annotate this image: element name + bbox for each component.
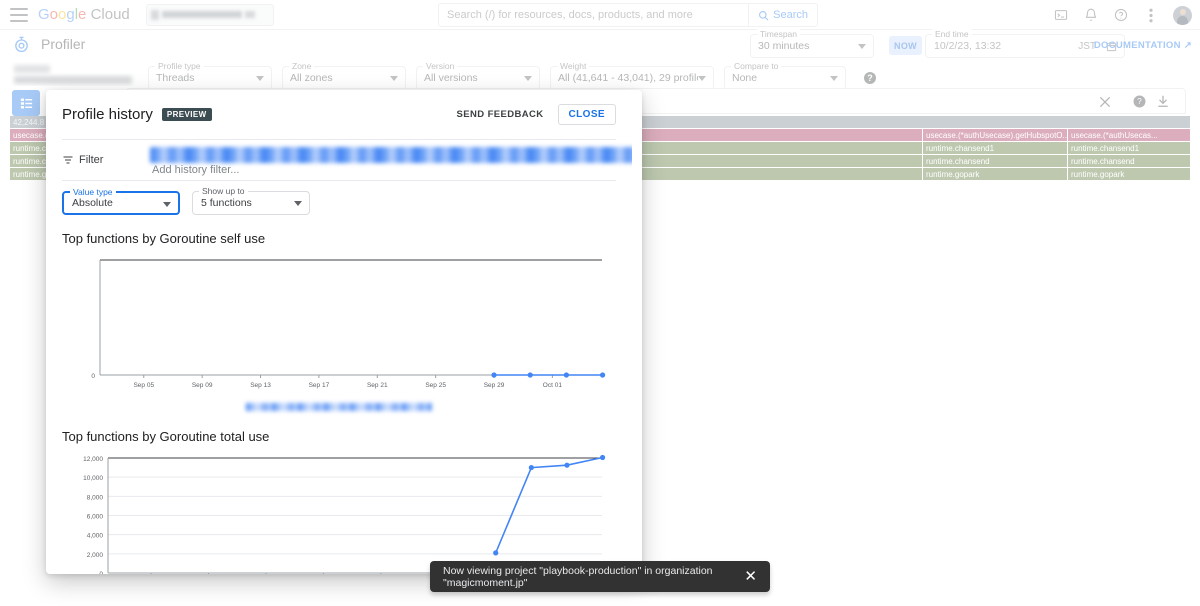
svg-text:4,000: 4,000: [87, 533, 104, 540]
dialog-controls: Value type Absolute Show up to 5 functio…: [62, 186, 616, 215]
filter-label-group: Filter: [62, 154, 150, 166]
snackbar: Now viewing project "playbook-production…: [430, 561, 770, 592]
dialog-header: Profile history PREVIEW SEND FEEDBACK CL…: [46, 90, 632, 135]
show-up-to-select[interactable]: Show up to 5 functions: [192, 186, 310, 215]
value-type-select[interactable]: Value type Absolute: [62, 187, 180, 215]
screen-root: Google Cloud Search: [0, 0, 1200, 606]
history-filter-row: Filter Add history filter...: [62, 139, 632, 181]
svg-text:Sep 29: Sep 29: [484, 382, 505, 389]
close-button[interactable]: CLOSE: [557, 104, 616, 125]
value-type-label: Value type: [70, 187, 116, 197]
svg-text:Sep 13: Sep 13: [250, 382, 271, 389]
chart-title-total-use: Top functions by Goroutine total use: [62, 429, 270, 444]
svg-text:10,000: 10,000: [83, 475, 103, 482]
svg-text:2,000: 2,000: [87, 552, 104, 559]
chart-self-use[interactable]: 0 Sep 05 Sep 09 Sep 13 Sep 17 Sep 21 Sep 25 Sep…: [62, 254, 614, 399]
svg-text:8,000: 8,000: [87, 494, 104, 501]
filter-placeholder: Add history filter...: [152, 164, 240, 176]
svg-text:Sep 25: Sep 25: [425, 382, 446, 389]
profile-history-dialog: Profile history PREVIEW SEND FEEDBACK CL…: [46, 90, 642, 574]
filter-chips-blurred: [150, 147, 632, 163]
dialog-title: Profile history: [62, 106, 153, 123]
svg-text:0: 0: [99, 571, 103, 574]
close-icon[interactable]: ✕: [744, 569, 757, 584]
dialog-scroll-area[interactable]: Profile history PREVIEW SEND FEEDBACK CL…: [46, 90, 632, 574]
snackbar-message: Now viewing project "playbook-production…: [443, 564, 713, 589]
chart-title-self-use: Top functions by Goroutine self use: [62, 231, 266, 246]
chart-block-self-use: Top functions by Goroutine self use 0 Sep…: [62, 231, 616, 411]
chart-legend-self-use-blurred: [246, 403, 432, 411]
svg-text:Sep 05: Sep 05: [133, 382, 154, 389]
svg-text:Sep 09: Sep 09: [192, 382, 213, 389]
chevron-down-icon: [294, 201, 302, 206]
svg-text:Sep 21: Sep 21: [367, 382, 388, 389]
preview-badge: PREVIEW: [161, 108, 212, 121]
svg-text:6,000: 6,000: [87, 514, 104, 521]
filter-label: Filter: [79, 154, 104, 166]
show-up-to-value: 5 functions: [201, 197, 252, 209]
show-up-to-label: Show up to: [199, 186, 248, 196]
chart-total-use[interactable]: 02,0004,0006,0008,00010,00012,000Sep 05S…: [62, 452, 614, 574]
svg-text:Sep 17: Sep 17: [309, 382, 330, 389]
value-type-value: Absolute: [72, 197, 113, 209]
filter-icon: [63, 156, 73, 164]
svg-text:12,000: 12,000: [83, 456, 103, 463]
history-filter-input[interactable]: Add history filter...: [150, 140, 632, 180]
svg-text:0: 0: [91, 373, 95, 380]
send-feedback-button[interactable]: SEND FEEDBACK: [457, 109, 544, 120]
chevron-down-icon: [163, 202, 171, 207]
chart-block-total-use: Top functions by Goroutine total use 0 2,…: [62, 429, 616, 574]
svg-text:Oct 01: Oct 01: [543, 382, 563, 389]
